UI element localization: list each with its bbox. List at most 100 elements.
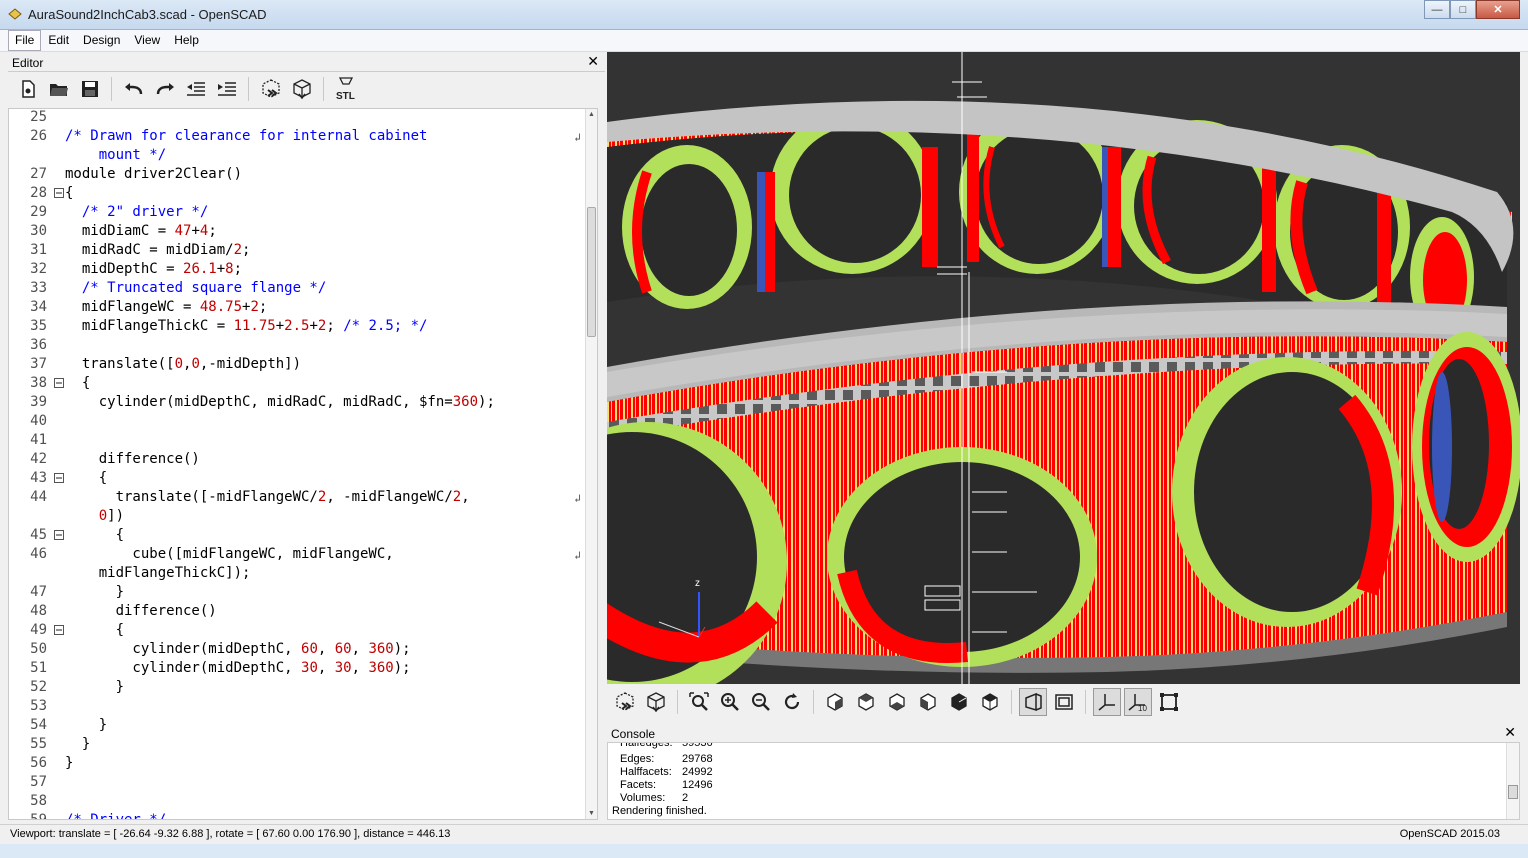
view-top-button[interactable] [852,688,880,716]
code-line[interactable]: 58 [9,792,587,811]
redo-button[interactable] [151,76,178,103]
view-preview-button[interactable] [611,688,639,716]
code-text: midDepthC = 26.1+8; [65,261,243,277]
scroll-down-icon[interactable]: ▼ [588,810,595,817]
code-line[interactable]: 44 translate([-midFlangeWC/2, -midFlange… [9,488,587,507]
code-line[interactable]: 30 midDiamC = 47+4; [9,222,587,241]
maximize-button[interactable]: □ [1450,0,1476,19]
zoom-in-button[interactable] [716,688,744,716]
unindent-button[interactable] [182,76,209,103]
code-line[interactable]: 56} [9,754,587,773]
code-line[interactable]: 33 /* Truncated square flange */ [9,279,587,298]
preview-button[interactable] [257,76,284,103]
new-file-button[interactable] [14,76,41,103]
console-scrollbar[interactable] [1506,743,1519,819]
view-render-button[interactable] [642,688,670,716]
zoom-out-button[interactable] [747,688,775,716]
show-axes-button[interactable] [1093,688,1121,716]
editor-close-icon[interactable]: ✕ [587,53,599,70]
open-file-button[interactable] [45,76,72,103]
code-line[interactable]: 51 cylinder(midDepthC, 30, 30, 360); [9,659,587,678]
code-line[interactable]: 39 cylinder(midDepthC, midRadC, midRadC,… [9,393,587,412]
code-text: { [65,622,125,638]
code-line[interactable]: 53 [9,697,587,716]
undo-button[interactable] [120,76,147,103]
view-all-button[interactable] [685,688,713,716]
render-button[interactable] [288,76,315,103]
reset-view-button[interactable] [778,688,806,716]
code-line[interactable]: midFlangeThickC]); [9,564,587,583]
menu-design[interactable]: Design [76,30,127,51]
code-line[interactable]: 27 module driver2Clear() [9,165,587,184]
view-front-button[interactable] [945,688,973,716]
code-line[interactable]: 57 [9,773,587,792]
code-line[interactable]: 40 [9,412,587,431]
line-number: 31 [30,242,47,258]
close-window-button[interactable]: ✕ [1476,0,1520,19]
menu-help[interactable]: Help [167,30,206,51]
editor-scrollbar[interactable]: ▲ ▼ [585,109,597,819]
view-bottom-button[interactable] [883,688,911,716]
code-line[interactable]: 45 { [9,526,587,545]
editor-scrollbar-thumb[interactable] [587,207,596,337]
fold-toggle-icon[interactable] [54,473,64,483]
fold-toggle-icon[interactable] [54,188,64,198]
perspective-button[interactable] [1019,688,1047,716]
menu-view[interactable]: View [127,30,167,51]
code-line[interactable]: 36 [9,336,587,355]
code-line[interactable]: 26 /* Drawn for clearance for internal ca… [9,127,587,146]
code-line[interactable]: 49 { [9,621,587,640]
code-line[interactable]: 29 /* 2" driver */ [9,203,587,222]
3d-viewport[interactable]: z [607,52,1520,684]
orthogonal-button[interactable] [1050,688,1078,716]
code-line[interactable]: 38 { [9,374,587,393]
fold-toggle-icon[interactable] [54,530,64,540]
code-line[interactable]: 0]) [9,507,587,526]
view-left-button[interactable] [914,688,942,716]
code-line[interactable]: 50 cylinder(midDepthC, 60, 60, 360); [9,640,587,659]
preview-icon [261,79,280,98]
code-line[interactable]: 41 [9,431,587,450]
line-number: 28 [30,185,47,201]
view-back-button[interactable] [976,688,1004,716]
code-text: cylinder(midDepthC, 30, 30, 360); [65,660,411,676]
view-right-button[interactable] [821,688,849,716]
code-line[interactable]: 46 cube([midFlangeWC, midFlangeWC, ↲ [9,545,587,564]
show-edges-button[interactable] [1155,688,1183,716]
code-line[interactable]: 55 } [9,735,587,754]
code-line[interactable]: 43 { [9,469,587,488]
minimize-button[interactable]: — [1424,0,1450,19]
code-line[interactable]: 48 difference() [9,602,587,621]
code-line[interactable]: 32 midDepthC = 26.1+8; [9,260,587,279]
console-close-icon[interactable]: ✕ [1504,724,1516,741]
menu-edit[interactable]: Edit [41,30,76,51]
export-stl-button[interactable]: STL [332,76,359,103]
show-scale-icon: 10 [1128,694,1147,712]
indent-button[interactable] [213,76,240,103]
code-line[interactable]: 31 midRadC = midDiam/2; [9,241,587,260]
code-line[interactable]: mount */ [9,146,587,165]
code-line[interactable]: 28 { [9,184,587,203]
line-number: 43 [30,470,47,486]
scroll-up-icon[interactable]: ▲ [588,111,595,118]
code-line[interactable]: 47 } [9,583,587,602]
code-line[interactable]: 52 } [9,678,587,697]
menu-file[interactable]: File [8,30,42,51]
console-scrollbar-thumb[interactable] [1508,785,1518,799]
code-line[interactable]: 25 [9,109,587,127]
code-line[interactable]: 34 midFlangeWC = 48.75+2; [9,298,587,317]
console-output[interactable]: Halfedges: 59536 Edges: 29768 Halffacets: 2… [607,742,1520,820]
show-scale-button[interactable]: 10 [1124,688,1152,716]
code-editor[interactable]: 25 26 /* Drawn for clearance for internal … [8,108,598,820]
fold-toggle-icon[interactable] [54,378,64,388]
editor-title: Editor [12,56,44,70]
code-line[interactable]: 42 difference() [9,450,587,469]
perspective-icon [1025,692,1042,712]
code-line[interactable]: 54 } [9,716,587,735]
fold-toggle-icon[interactable] [54,625,64,635]
save-button[interactable] [76,76,103,103]
code-line[interactable]: 59 /* Driver */ [9,811,587,819]
line-number: 48 [30,603,47,619]
code-line[interactable]: 35 midFlangeThickC = 11.75+2.5+2; /* 2.5… [9,317,587,336]
code-line[interactable]: 37 translate([0,0,-midDepth]) [9,355,587,374]
